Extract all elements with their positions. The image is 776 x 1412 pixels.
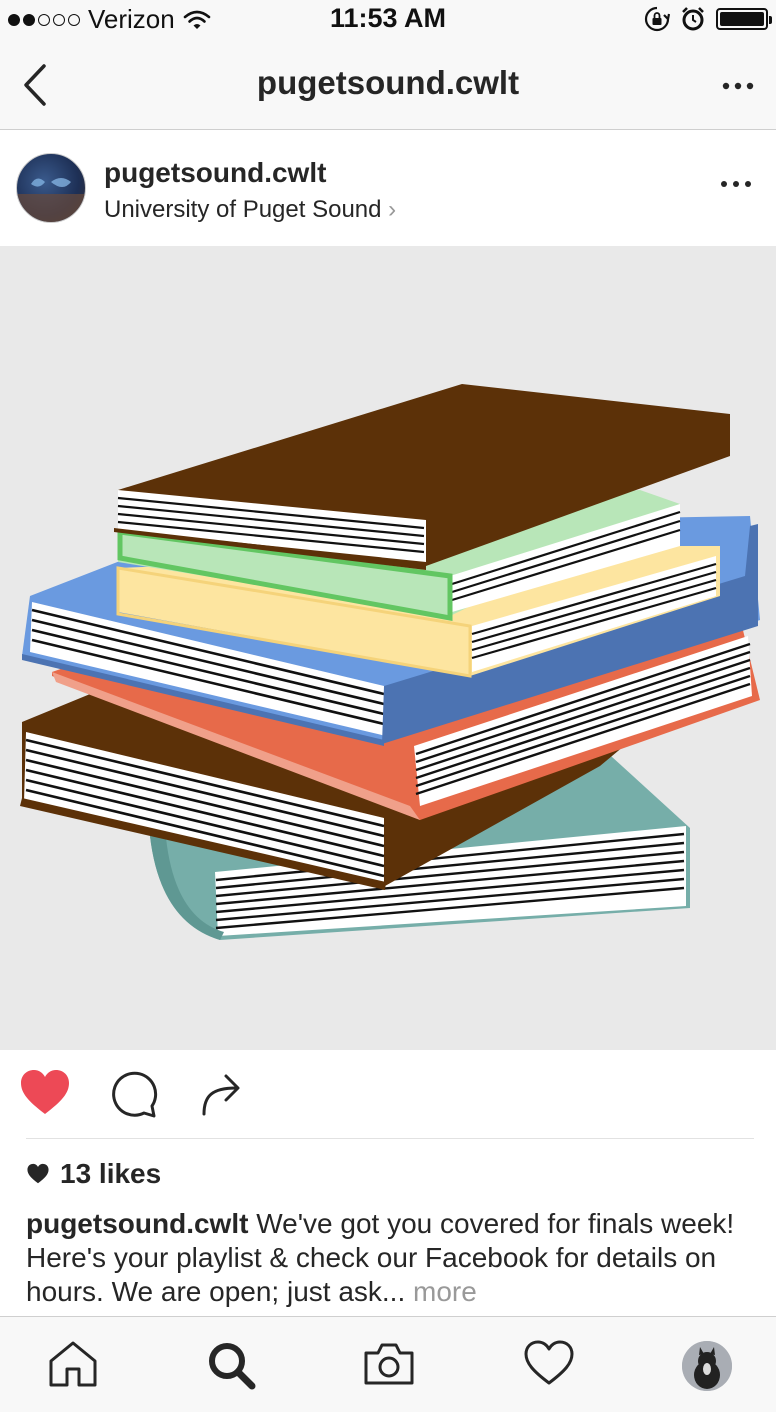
- profile-tab-avatar[interactable]: [682, 1341, 732, 1391]
- post-location[interactable]: University of Puget Sound ›: [104, 196, 396, 224]
- likes-label: 13 likes: [60, 1158, 162, 1189]
- alarm-icon: [682, 7, 704, 31]
- camera-icon[interactable]: [362, 1339, 416, 1389]
- activity-heart-icon[interactable]: [522, 1339, 576, 1389]
- page-title: pugetsound.cwlt: [256, 64, 520, 101]
- rotation-lock-icon: [644, 6, 670, 32]
- home-icon[interactable]: [47, 1339, 99, 1389]
- profile-avatar[interactable]: [16, 153, 86, 223]
- caption-username[interactable]: pugetsound.cwlt: [26, 1208, 248, 1239]
- post-caption: pugetsound.cwlt We've got you covered fo…: [26, 1207, 746, 1309]
- likes-count[interactable]: 13 likes: [26, 1158, 161, 1190]
- post-header: pugetsound.cwlt University of Puget Soun…: [0, 131, 776, 246]
- like-heart-icon[interactable]: [18, 1068, 72, 1118]
- share-arrow-icon[interactable]: [198, 1068, 246, 1118]
- location-label: University of Puget Sound: [104, 196, 382, 223]
- battery-icon: [716, 8, 772, 30]
- bottom-tab-bar: [0, 1316, 776, 1412]
- caption-more-link[interactable]: more: [405, 1276, 477, 1307]
- action-divider: [26, 1138, 754, 1139]
- post-options-icon[interactable]: [716, 169, 756, 199]
- action-bar: [0, 1050, 776, 1138]
- post-image[interactable]: [0, 246, 776, 1050]
- location-chevron-icon: ›: [388, 196, 397, 223]
- post-username[interactable]: pugetsound.cwlt: [104, 157, 326, 189]
- small-heart-icon: [27, 1163, 49, 1184]
- comment-icon[interactable]: [106, 1068, 158, 1120]
- search-icon[interactable]: [205, 1339, 257, 1391]
- ellipsis-icon[interactable]: [718, 66, 758, 106]
- status-bar: Verizon 11:53 AM: [0, 0, 776, 40]
- books-illustration: [20, 384, 760, 940]
- battery-level: [720, 12, 764, 26]
- nav-header: pugetsound.cwlt: [0, 40, 776, 130]
